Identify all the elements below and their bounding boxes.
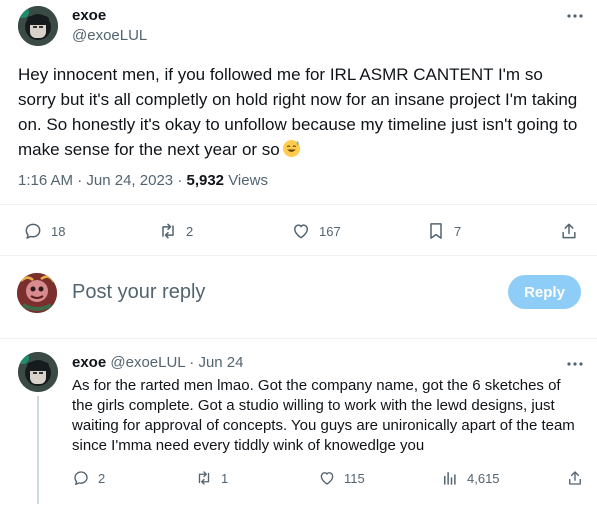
divider [0,204,597,205]
current-user-avatar[interactable] [17,273,57,313]
like-action[interactable]: 167 [291,221,341,241]
reply-retweet-action[interactable]: 1 [195,469,228,487]
sweat-smile-emoji [282,139,301,158]
reply-text: As for the rarted men lmao. Got the comp… [72,377,575,454]
reply-reply-action[interactable]: 2 [72,469,105,487]
reply-count: 18 [51,223,66,239]
more-options-icon[interactable] [565,356,585,372]
share-icon [569,471,581,485]
reply-author-avatar[interactable] [18,352,58,392]
tweet-metadata: 1:16 AM · Jun 24, 2023 · 5,932 Views [18,172,268,189]
meta-separator: · [177,172,183,189]
reply-action[interactable]: 18 [23,221,65,241]
reply-header: exoe @exoeLUL · Jun 24 [72,354,243,371]
divider [0,255,597,256]
tweet-date[interactable]: Jun 24, 2023 [86,172,173,189]
reply-views-count: 4,615 [467,470,500,486]
tweet-time[interactable]: 1:16 AM [18,172,73,189]
reply-views-action[interactable]: 4,615 [441,469,500,487]
reply-icon [74,471,88,486]
share-action[interactable] [559,221,579,241]
retweet-icon [198,471,210,485]
author-avatar[interactable] [18,6,58,46]
views-count: 5,932 [186,172,225,189]
retweet-count: 2 [186,223,194,239]
tweet-text: Hey innocent men, if you followed me for… [18,62,578,162]
reply-author-handle[interactable]: @exoeLUL [110,354,185,371]
like-count: 167 [319,223,341,239]
reply-separator: · [189,354,195,371]
retweet-action[interactable]: 2 [158,221,193,241]
divider [0,338,597,339]
avatar-image [17,273,57,313]
bookmark-action[interactable]: 7 [426,221,461,241]
reply-author-name[interactable]: exoe [72,354,106,371]
retweet-icon [162,223,174,239]
reply-reply-count: 2 [98,470,106,486]
reply-like-action[interactable]: 115 [318,469,365,487]
reply-like-count: 115 [344,470,365,486]
share-icon [562,223,576,239]
reply-retweet-count: 1 [221,470,229,486]
meta-separator: · [77,172,83,189]
heart-icon [294,224,308,239]
analytics-icon [444,472,456,485]
author-name[interactable]: exoe [72,7,106,24]
heart-icon [320,472,334,485]
reply-date[interactable]: Jun 24 [198,354,243,371]
reply-share-action[interactable] [566,469,584,487]
avatar-image [18,6,58,46]
avatar-image [18,352,58,392]
reply-button[interactable]: Reply [508,275,581,309]
reply-icon [25,223,41,239]
views-label: Views [228,172,268,189]
more-options-icon[interactable] [565,8,585,24]
bookmark-icon [430,223,442,239]
author-handle[interactable]: @exoeLUL [72,27,147,44]
thread-line [37,396,39,504]
bookmark-count: 7 [454,223,462,239]
reply-input[interactable]: Post your reply [72,281,205,304]
